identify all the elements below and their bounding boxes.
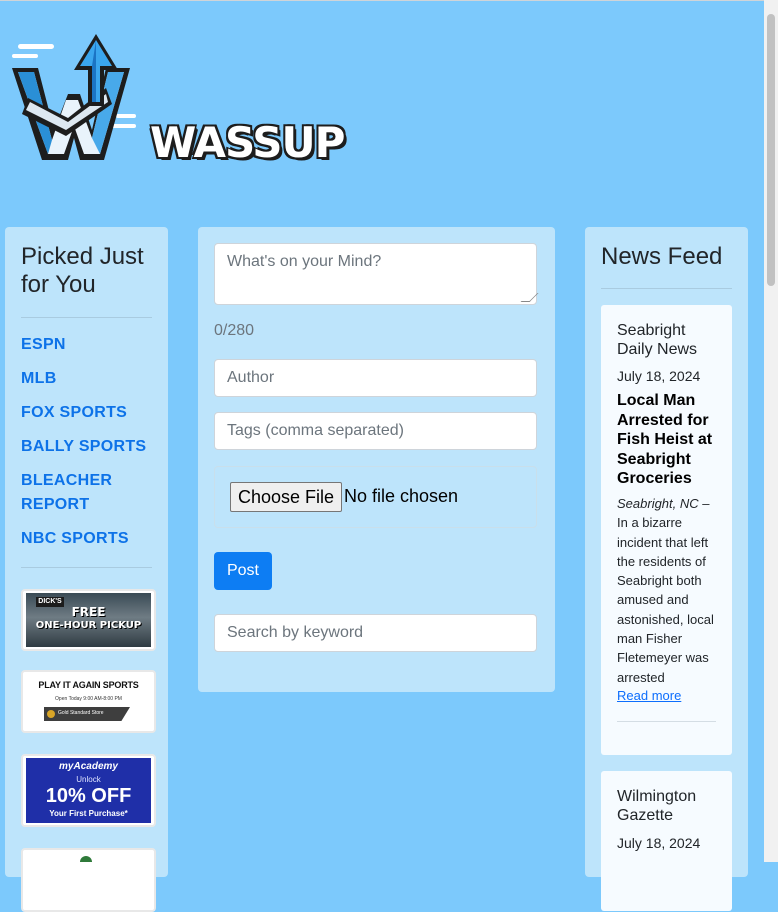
post-textarea[interactable]: What's on your Mind?	[214, 243, 539, 305]
link-bleacher-report[interactable]: BLEACHER REPORT	[21, 469, 156, 517]
resize-handle-icon[interactable]	[520, 293, 539, 302]
scrollbar-thumb[interactable]	[767, 14, 775, 286]
ad-partial-logo-icon	[80, 856, 92, 862]
gold-star-icon	[47, 710, 55, 718]
ad-dicks[interactable]: DICK'S FREE ONE-HOUR PICKUP	[21, 589, 156, 651]
ad-play-it-again[interactable]: PLAY IT AGAIN SPORTS Open Today 9:00 AM-…	[21, 670, 156, 733]
link-bally-sports[interactable]: BALLY SPORTS	[21, 435, 156, 459]
file-status: No file chosen	[344, 486, 459, 506]
link-nbc-sports[interactable]: NBC SPORTS	[21, 527, 156, 551]
ad-academy-line2: Your First Purchase*	[49, 809, 128, 818]
news-card: Wilmington Gazette July 18, 2024	[601, 771, 732, 911]
link-mlb[interactable]: MLB	[21, 367, 156, 391]
ad-pias-hours: Open Today 9:00 AM-8:00 PM	[55, 696, 122, 702]
read-more-link[interactable]: Read more	[617, 688, 681, 703]
ad-dicks-line2: ONE-HOUR PICKUP	[35, 620, 142, 631]
brand-wordmark[interactable]: WASSUP	[149, 117, 346, 168]
ad-academy-image: myAcademy Unlock 10% OFF Your First Purc…	[26, 758, 151, 823]
card-source: Seabright Daily News	[617, 322, 698, 358]
divider	[21, 567, 152, 568]
ad-academy-big: 10% OFF	[45, 785, 132, 807]
ad-pias-pill: Gold Standard Store	[44, 707, 130, 721]
ad-dicks-line1: FREE	[71, 605, 106, 619]
card-body-text: – In a bizarre incident that left the re…	[617, 496, 714, 685]
char-counter: 0/280	[214, 322, 255, 339]
link-fox-sports[interactable]: FOX SPORTS	[21, 401, 156, 425]
ad-pias-pill-text: Gold Standard Store	[58, 710, 104, 716]
card-source: Wilmington Gazette	[617, 788, 697, 824]
ad-partial[interactable]	[21, 848, 156, 912]
compose-panel: What's on your Mind? 0/280 Author Tags (…	[198, 227, 555, 692]
author-input[interactable]: Author	[214, 359, 537, 397]
ad-academy-line1: Unlock	[76, 775, 101, 784]
ad-pias-title: PLAY IT AGAIN SPORTS	[38, 680, 139, 690]
ad-play-it-again-image: PLAY IT AGAIN SPORTS Open Today 9:00 AM-…	[26, 674, 151, 729]
page-scrollbar[interactable]	[764, 0, 778, 862]
choose-file-button[interactable]: Choose File	[230, 482, 343, 512]
tags-input[interactable]: Tags (comma separated)	[214, 412, 537, 450]
card-date: July 18, 2024	[617, 368, 701, 384]
window-top-border	[0, 0, 764, 1]
news-feed-title: News Feed	[601, 243, 723, 270]
divider	[617, 721, 716, 722]
card-location: Seabright, NC	[617, 496, 699, 511]
post-textarea-placeholder: What's on your Mind?	[227, 253, 382, 270]
card-headline: Local Man Arrested for Fish Heist at Sea…	[617, 392, 713, 487]
picked-title: Picked Just for You	[21, 243, 144, 298]
link-espn[interactable]: ESPN	[21, 333, 156, 357]
card-date: July 18, 2024	[617, 835, 701, 851]
search-input[interactable]: Search by keyword	[214, 614, 537, 652]
post-button[interactable]: Post	[214, 552, 272, 590]
divider	[21, 317, 152, 318]
file-upload-field: Choose File No file chosen	[214, 466, 537, 528]
ad-dicks-image: DICK'S FREE ONE-HOUR PICKUP	[26, 593, 151, 647]
divider	[601, 288, 732, 289]
news-feed-panel: News Feed Seabright Daily News July 18, …	[585, 227, 748, 911]
card-body: Seabright, NC – In a bizarre incident th…	[617, 494, 720, 687]
ad-academy[interactable]: myAcademy Unlock 10% OFF Your First Purc…	[21, 754, 156, 827]
ad-academy-brand: myAcademy	[59, 761, 118, 772]
news-card: Seabright Daily News July 18, 2024 Local…	[601, 305, 732, 755]
picked-for-you-panel: Picked Just for You ESPN MLB FOX SPORTS …	[5, 227, 168, 912]
